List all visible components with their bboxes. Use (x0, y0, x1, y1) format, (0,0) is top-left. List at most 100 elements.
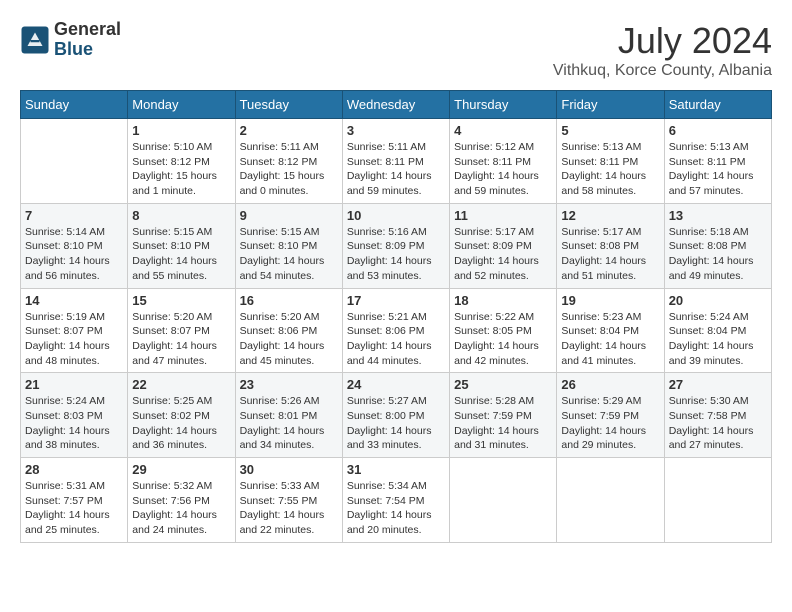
calendar-day-cell: 9 Sunrise: 5:15 AMSunset: 8:10 PMDaylight… (235, 203, 342, 288)
calendar-day-cell: 20Sunrise: 5:24 AMSunset: 8:04 PMDayligh… (664, 288, 771, 373)
calendar-day-cell: 5Sunrise: 5:13 AMSunset: 8:11 PMDaylight… (557, 119, 664, 204)
day-number: 1 (132, 123, 230, 138)
calendar-day-cell: 4 Sunrise: 5:12 AMSunset: 8:11 PMDaylight… (450, 119, 557, 204)
calendar-header-cell: Thursday (450, 91, 557, 119)
calendar-day-cell: 8 Sunrise: 5:15 AMSunset: 8:10 PMDaylight… (128, 203, 235, 288)
day-info: Sunrise: 5:15 AMSunset: 8:10 PMDaylight:… (132, 225, 230, 284)
day-info: Sunrise: 5:17 AMSunset: 8:09 PMDaylight:… (454, 225, 552, 284)
day-number: 23 (240, 377, 338, 392)
day-number: 2 (240, 123, 338, 138)
day-info: Sunrise: 5:17 AMSunset: 8:08 PMDaylight:… (561, 225, 659, 284)
calendar-week-row: 1Sunrise: 5:10 AMSunset: 8:12 PMDaylight… (21, 119, 772, 204)
day-number: 15 (132, 293, 230, 308)
logo-blue-text: Blue (54, 40, 121, 60)
day-number: 25 (454, 377, 552, 392)
calendar-day-cell: 21Sunrise: 5:24 AMSunset: 8:03 PMDayligh… (21, 373, 128, 458)
day-info: Sunrise: 5:27 AMSunset: 8:00 PMDaylight:… (347, 394, 445, 453)
day-number: 9 (240, 208, 338, 223)
day-info: Sunrise: 5:25 AMSunset: 8:02 PMDaylight:… (132, 394, 230, 453)
day-number: 11 (454, 208, 552, 223)
day-info: Sunrise: 5:20 AMSunset: 8:07 PMDaylight:… (132, 310, 230, 369)
day-number: 7 (25, 208, 123, 223)
location-subtitle: Vithkuq, Korce County, Albania (553, 62, 772, 80)
day-info: Sunrise: 5:34 AMSunset: 7:54 PMDaylight:… (347, 479, 445, 538)
day-info: Sunrise: 5:29 AMSunset: 7:59 PMDaylight:… (561, 394, 659, 453)
day-info: Sunrise: 5:18 AMSunset: 8:08 PMDaylight:… (669, 225, 767, 284)
calendar-day-cell: 31 Sunrise: 5:34 AMSunset: 7:54 PMDayligh… (342, 458, 449, 543)
calendar-day-cell: 29 Sunrise: 5:32 AMSunset: 7:56 PMDayligh… (128, 458, 235, 543)
day-number: 12 (561, 208, 659, 223)
day-number: 4 (454, 123, 552, 138)
day-info: Sunrise: 5:15 AMSunset: 8:10 PMDaylight:… (240, 225, 338, 284)
calendar-week-row: 7 Sunrise: 5:14 AMSunset: 8:10 PMDaylight… (21, 203, 772, 288)
title-section: July 2024 Vithkuq, Korce County, Albania (553, 20, 772, 80)
calendar-day-cell: 23 Sunrise: 5:26 AMSunset: 8:01 PMDayligh… (235, 373, 342, 458)
calendar-day-cell: 26 Sunrise: 5:29 AMSunset: 7:59 PMDayligh… (557, 373, 664, 458)
day-info: Sunrise: 5:30 AMSunset: 7:58 PMDaylight:… (669, 394, 767, 453)
calendar-header-cell: Wednesday (342, 91, 449, 119)
day-info: Sunrise: 5:14 AMSunset: 8:10 PMDaylight:… (25, 225, 123, 284)
calendar-header: SundayMondayTuesdayWednesdayThursdayFrid… (21, 91, 772, 119)
calendar-week-row: 14Sunrise: 5:19 AMSunset: 8:07 PMDayligh… (21, 288, 772, 373)
day-number: 26 (561, 377, 659, 392)
logo-text: General Blue (54, 20, 121, 60)
day-number: 28 (25, 462, 123, 477)
day-number: 24 (347, 377, 445, 392)
day-info: Sunrise: 5:23 AMSunset: 8:04 PMDaylight:… (561, 310, 659, 369)
day-info: Sunrise: 5:22 AMSunset: 8:05 PMDaylight:… (454, 310, 552, 369)
calendar-day-cell (557, 458, 664, 543)
calendar-day-cell: 30 Sunrise: 5:33 AMSunset: 7:55 PMDayligh… (235, 458, 342, 543)
month-year-title: July 2024 (553, 20, 772, 62)
calendar-day-cell: 24 Sunrise: 5:27 AMSunset: 8:00 PMDayligh… (342, 373, 449, 458)
calendar-day-cell: 13 Sunrise: 5:18 AMSunset: 8:08 PMDayligh… (664, 203, 771, 288)
calendar-day-cell (21, 119, 128, 204)
day-number: 27 (669, 377, 767, 392)
calendar-day-cell: 27 Sunrise: 5:30 AMSunset: 7:58 PMDayligh… (664, 373, 771, 458)
calendar-day-cell: 12 Sunrise: 5:17 AMSunset: 8:08 PMDayligh… (557, 203, 664, 288)
day-number: 14 (25, 293, 123, 308)
calendar-week-row: 28 Sunrise: 5:31 AMSunset: 7:57 PMDayligh… (21, 458, 772, 543)
day-number: 6 (669, 123, 767, 138)
calendar-header-cell: Sunday (21, 91, 128, 119)
calendar-header-cell: Saturday (664, 91, 771, 119)
day-info: Sunrise: 5:16 AMSunset: 8:09 PMDaylight:… (347, 225, 445, 284)
day-info: Sunrise: 5:28 AMSunset: 7:59 PMDaylight:… (454, 394, 552, 453)
calendar-day-cell: 28 Sunrise: 5:31 AMSunset: 7:57 PMDayligh… (21, 458, 128, 543)
day-info: Sunrise: 5:31 AMSunset: 7:57 PMDaylight:… (25, 479, 123, 538)
calendar-day-cell: 3 Sunrise: 5:11 AMSunset: 8:11 PMDaylight… (342, 119, 449, 204)
day-number: 13 (669, 208, 767, 223)
day-number: 3 (347, 123, 445, 138)
day-number: 30 (240, 462, 338, 477)
page-header: General Blue July 2024 Vithkuq, Korce Co… (20, 20, 772, 80)
day-info: Sunrise: 5:12 AMSunset: 8:11 PMDaylight:… (454, 140, 552, 199)
day-info: Sunrise: 5:13 AMSunset: 8:11 PMDaylight:… (669, 140, 767, 199)
calendar-day-cell (664, 458, 771, 543)
calendar-day-cell: 14Sunrise: 5:19 AMSunset: 8:07 PMDayligh… (21, 288, 128, 373)
calendar-header-cell: Tuesday (235, 91, 342, 119)
day-number: 10 (347, 208, 445, 223)
calendar-week-row: 21Sunrise: 5:24 AMSunset: 8:03 PMDayligh… (21, 373, 772, 458)
day-number: 19 (561, 293, 659, 308)
day-info: Sunrise: 5:33 AMSunset: 7:55 PMDaylight:… (240, 479, 338, 538)
day-info: Sunrise: 5:11 AMSunset: 8:12 PMDaylight:… (240, 140, 338, 199)
day-info: Sunrise: 5:11 AMSunset: 8:11 PMDaylight:… (347, 140, 445, 199)
day-number: 18 (454, 293, 552, 308)
day-number: 31 (347, 462, 445, 477)
calendar-day-cell: 19 Sunrise: 5:23 AMSunset: 8:04 PMDayligh… (557, 288, 664, 373)
day-number: 16 (240, 293, 338, 308)
calendar-day-cell: 15 Sunrise: 5:20 AMSunset: 8:07 PMDayligh… (128, 288, 235, 373)
logo-icon (20, 25, 50, 55)
day-number: 22 (132, 377, 230, 392)
day-info: Sunrise: 5:32 AMSunset: 7:56 PMDaylight:… (132, 479, 230, 538)
day-number: 21 (25, 377, 123, 392)
calendar-body: 1Sunrise: 5:10 AMSunset: 8:12 PMDaylight… (21, 119, 772, 543)
calendar-header-cell: Monday (128, 91, 235, 119)
day-number: 29 (132, 462, 230, 477)
day-info: Sunrise: 5:26 AMSunset: 8:01 PMDaylight:… (240, 394, 338, 453)
day-number: 8 (132, 208, 230, 223)
calendar-header-cell: Friday (557, 91, 664, 119)
day-info: Sunrise: 5:24 AMSunset: 8:04 PMDaylight:… (669, 310, 767, 369)
calendar-day-cell: 16Sunrise: 5:20 AMSunset: 8:06 PMDayligh… (235, 288, 342, 373)
logo: General Blue (20, 20, 121, 60)
calendar-day-cell (450, 458, 557, 543)
